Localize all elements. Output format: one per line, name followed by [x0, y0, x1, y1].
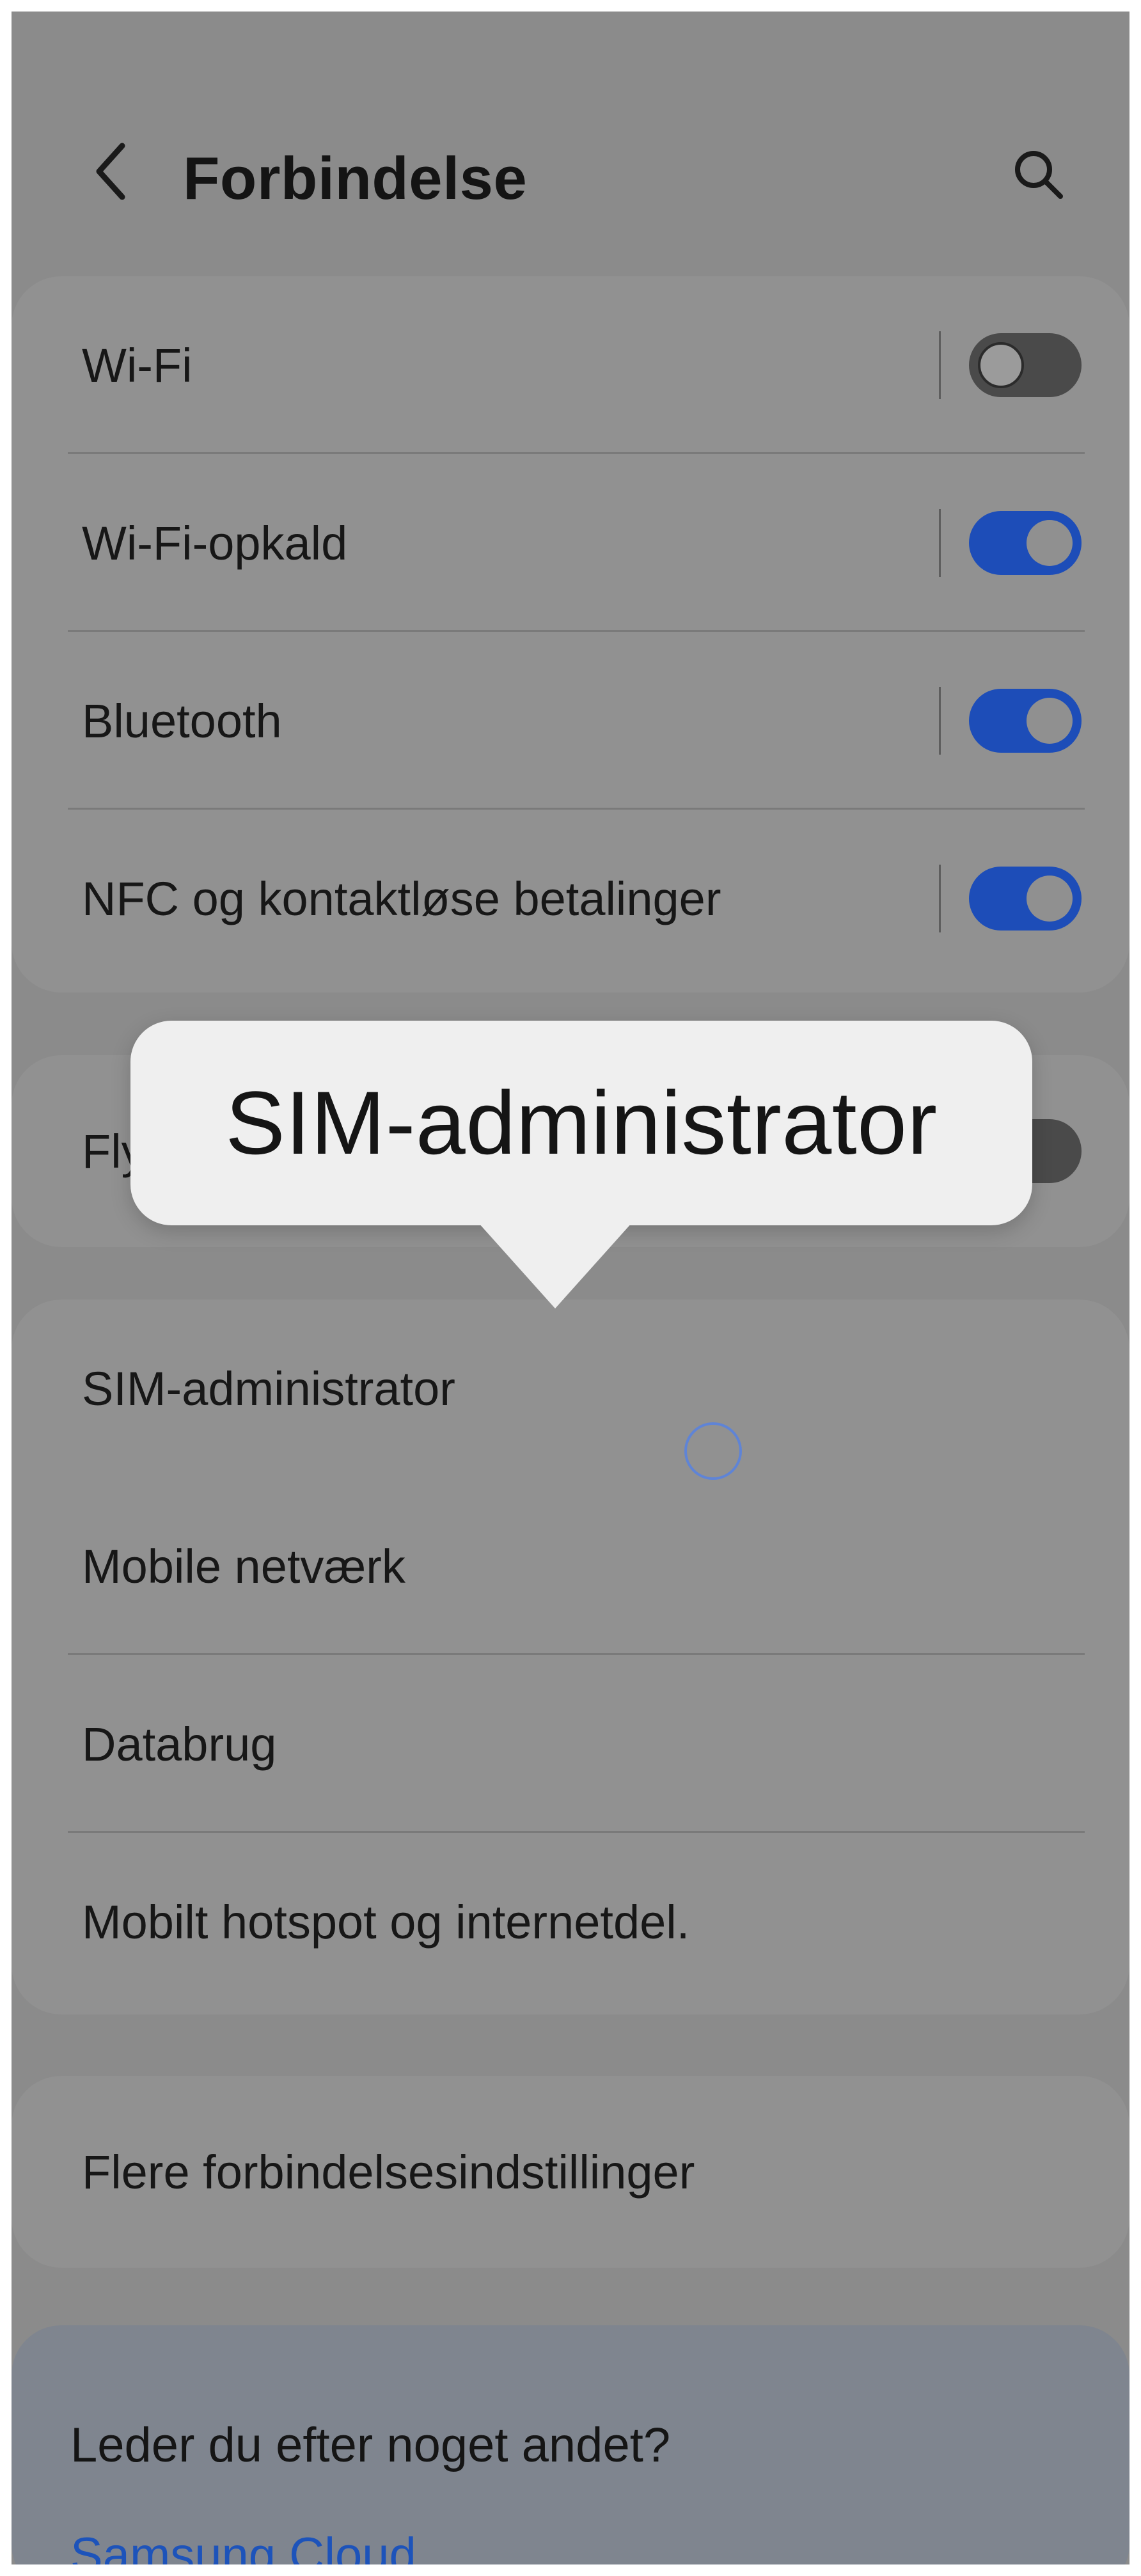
bluetooth-toggle[interactable]	[969, 689, 1082, 753]
toggle-divider	[939, 687, 941, 755]
settings-row-label: NFC og kontaktløse betalinger	[82, 872, 721, 925]
search-button[interactable]	[1007, 143, 1071, 207]
settings-screen: Forbindelse Wi-Fi Wi-Fi-opkald Bluetooth…	[0, 0, 1141, 2576]
mobile-settings-card: SIM-administrator Mobile netværk Databru…	[12, 1300, 1129, 2014]
settings-row-sim-manager[interactable]: SIM-administrator	[12, 1300, 1129, 1477]
wifi-toggle-area	[939, 276, 1082, 454]
settings-row-nfc[interactable]: NFC og kontaktløse betalinger	[12, 810, 1129, 987]
wifi-calling-toggle-area	[939, 454, 1082, 632]
tooltip-tail	[478, 1223, 632, 1308]
toggle-divider	[939, 509, 941, 577]
settings-row-label: Databrug	[82, 1717, 277, 1771]
chevron-left-icon	[96, 143, 125, 200]
settings-row-hotspot[interactable]: Mobilt hotspot og internetdel.	[12, 1833, 1129, 2011]
settings-row-label: Flere forbindelsesindstillinger	[82, 2145, 695, 2199]
header: Forbindelse	[12, 12, 1129, 267]
nfc-toggle-area	[939, 810, 1082, 987]
settings-row-label: Wi-Fi-opkald	[82, 516, 348, 570]
sim-manager-tooltip: SIM-administrator	[130, 1021, 1032, 1225]
back-button[interactable]	[81, 141, 142, 202]
page-title: Forbindelse	[183, 145, 528, 212]
settings-row-wifi-calling[interactable]: Wi-Fi-opkald	[12, 454, 1129, 632]
wifi-calling-toggle[interactable]	[969, 511, 1082, 575]
wifi-toggle[interactable]	[969, 333, 1082, 397]
search-icon	[1015, 151, 1063, 199]
settings-row-label: Bluetooth	[82, 694, 282, 748]
help-title: Leder du efter noget andet?	[70, 2418, 671, 2472]
settings-row-label: Mobile netværk	[82, 1539, 405, 1593]
settings-row-bluetooth[interactable]: Bluetooth	[12, 632, 1129, 810]
more-connections-card: Flere forbindelsesindstillinger	[12, 2076, 1129, 2268]
nfc-toggle[interactable]	[969, 867, 1082, 931]
settings-row-label: Wi-Fi	[82, 338, 193, 392]
settings-row-wifi[interactable]: Wi-Fi	[12, 276, 1129, 454]
toggle-divider	[939, 331, 941, 399]
settings-row-data-usage[interactable]: Databrug	[12, 1655, 1129, 1833]
settings-row-more-connections[interactable]: Flere forbindelsesindstillinger	[12, 2083, 1129, 2261]
settings-row-mobile-networks[interactable]: Mobile netværk	[12, 1477, 1129, 1655]
toggle-thumb	[978, 342, 1024, 388]
connection-toggles-card: Wi-Fi Wi-Fi-opkald Bluetooth NFC og kont…	[12, 276, 1129, 993]
settings-row-label: Mobilt hotspot og internetdel.	[82, 1895, 690, 1949]
tap-indicator	[684, 1422, 742, 1480]
tooltip-text: SIM-administrator	[225, 1072, 938, 1173]
settings-row-label: SIM-administrator	[82, 1362, 455, 1415]
toggle-thumb	[1027, 520, 1073, 566]
toggle-divider	[939, 865, 941, 932]
toggle-thumb	[1027, 876, 1073, 922]
bluetooth-toggle-area	[939, 632, 1082, 810]
toggle-thumb	[1027, 698, 1073, 744]
samsung-cloud-link[interactable]: Samsung Cloud	[70, 2527, 416, 2576]
